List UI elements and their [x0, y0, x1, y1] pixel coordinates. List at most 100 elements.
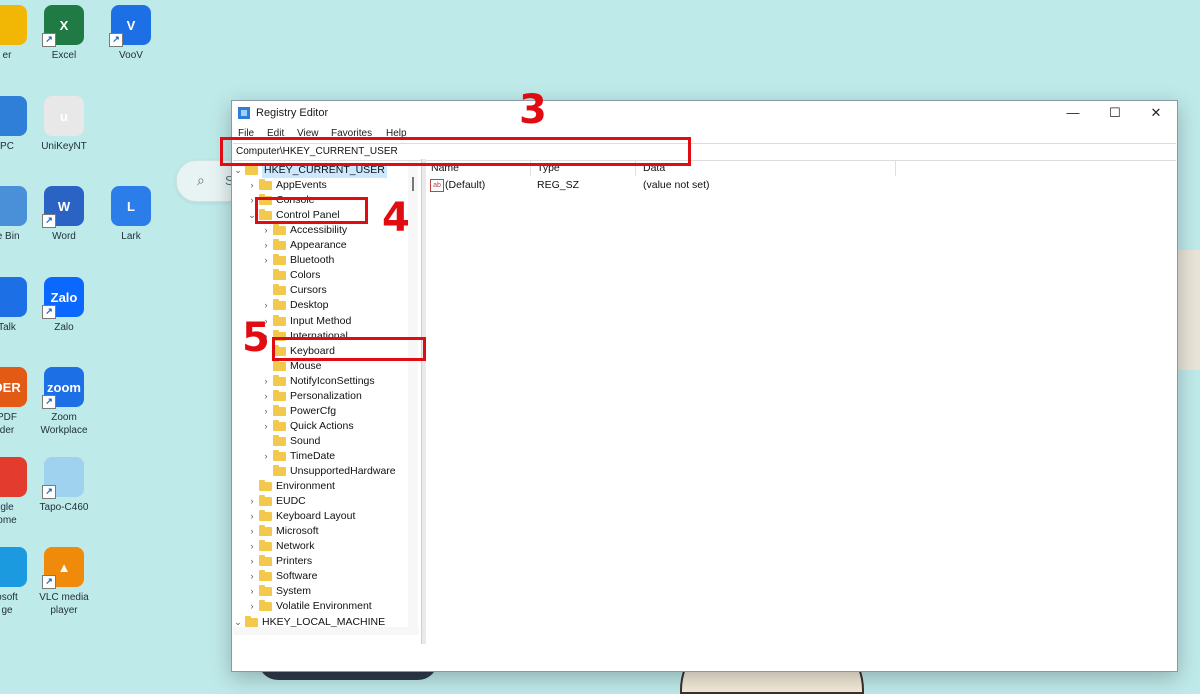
desktop-icon[interactable]: W ↗ Word	[29, 186, 99, 243]
chevron-right-icon[interactable]: ›	[247, 584, 257, 599]
folder-icon	[273, 419, 286, 431]
desktop-icon-label: Workplace	[40, 425, 88, 436]
desktop-icon-label: Word	[52, 231, 76, 242]
tree-node-label: AppEvents	[276, 179, 327, 192]
tree-node-label: Accessibility	[290, 224, 348, 237]
desktop-icon[interactable]: ▲ ↗ VLC media player	[29, 547, 99, 617]
folder-icon	[259, 179, 272, 191]
folder-icon	[273, 299, 286, 311]
tree-node-label: Input Method	[290, 314, 352, 327]
tree-horizontal-scrollbar[interactable]	[233, 627, 419, 635]
shortcut-arrow-icon: ↗	[42, 214, 56, 228]
title-bar[interactable]: Registry Editor — ☐ ✕	[232, 101, 1177, 125]
scrollbar-thumb[interactable]	[412, 177, 414, 191]
desktop-icon[interactable]: Zalo ↗ Zalo	[29, 277, 99, 334]
shortcut-arrow-icon: ↗	[42, 305, 56, 319]
chevron-right-icon[interactable]: ›	[261, 374, 271, 389]
folder-icon	[259, 555, 272, 567]
tree-node-label: Microsoft	[276, 525, 319, 538]
chevron-right-icon[interactable]: ›	[261, 298, 271, 313]
app-icon: ↗	[42, 457, 84, 499]
folder-icon	[273, 374, 286, 386]
folder-icon	[259, 540, 272, 552]
tree-node-label: System	[276, 585, 312, 598]
desktop-icon[interactable]: X ↗ Excel	[29, 5, 99, 62]
step-number-5: 5	[242, 315, 270, 361]
value-type[interactable]: REG_SZ	[537, 179, 579, 193]
search-icon: ⌕	[197, 172, 205, 188]
tree-node-label: Printers	[276, 555, 313, 568]
tree-node-label: Personalization	[290, 389, 362, 402]
chevron-right-icon[interactable]: ›	[261, 389, 271, 404]
app-icon: DER	[0, 367, 27, 407]
folder-icon	[245, 615, 258, 627]
column-divider[interactable]	[895, 161, 896, 176]
highlight-keyboard	[272, 337, 426, 361]
desktop-icon-label: player	[50, 605, 78, 616]
chevron-right-icon[interactable]: ›	[261, 404, 271, 419]
chevron-right-icon[interactable]: ›	[261, 253, 271, 268]
tree-node-label: EUDC	[276, 495, 306, 508]
chevron-right-icon[interactable]: ›	[247, 494, 257, 509]
desktop-icon[interactable]: L Lark	[96, 186, 166, 243]
chevron-right-icon[interactable]: ›	[247, 599, 257, 614]
chevron-right-icon[interactable]: ›	[261, 449, 271, 464]
app-icon: zoom ↗	[42, 367, 84, 409]
folder-icon	[273, 389, 286, 401]
app-icon: X ↗	[42, 5, 84, 47]
chevron-right-icon[interactable]: ›	[247, 569, 257, 584]
desktop-icon-label: VooV	[119, 50, 143, 61]
desktop-icon-label: Lark	[121, 231, 141, 242]
highlight-address-bar	[220, 137, 691, 166]
chevron-down-icon[interactable]: ⌄	[233, 615, 243, 628]
app-icon: W ↗	[42, 186, 84, 228]
value-data[interactable]: (value not set)	[643, 179, 710, 193]
tree-node-label: Network	[276, 540, 315, 553]
desktop-icon[interactable]: V ↗ VooV	[96, 5, 166, 62]
step-number-3: 3	[519, 87, 547, 133]
desktop-icon[interactable]: ↗ Tapo-C460	[29, 457, 99, 514]
registry-editor-icon	[238, 107, 250, 119]
tree-node-label: UnsupportedHardware	[290, 465, 396, 477]
tree-node-label: Bluetooth	[290, 254, 335, 267]
tree-node-label: Quick Actions	[290, 419, 354, 432]
tree-node-label: PowerCfg	[290, 404, 337, 417]
app-icon: ▲ ↗	[42, 547, 84, 589]
shortcut-arrow-icon: ↗	[42, 33, 56, 47]
registry-editor-window: Registry Editor — ☐ ✕ File Edit View Fav…	[231, 100, 1178, 672]
chevron-right-icon[interactable]: ›	[261, 223, 271, 238]
folder-icon	[273, 254, 286, 266]
chevron-right-icon[interactable]: ›	[247, 509, 257, 524]
desktop-icon-label: Zoom	[51, 412, 77, 423]
app-icon	[0, 277, 27, 317]
folder-icon	[273, 359, 286, 371]
minimize-button[interactable]: —	[1052, 101, 1094, 125]
value-name[interactable]: (Default)	[445, 179, 485, 193]
chevron-right-icon[interactable]: ›	[261, 419, 271, 434]
folder-icon	[273, 449, 286, 461]
app-icon: L	[111, 186, 151, 226]
desktop-icon-label: Zalo	[54, 322, 74, 333]
maximize-button[interactable]: ☐	[1094, 101, 1136, 125]
tree-node-label: Keyboard Layout	[276, 510, 356, 523]
shortcut-arrow-icon: ↗	[42, 395, 56, 409]
folder-icon	[245, 164, 258, 175]
desktop-icon[interactable]: u UniKeyNT	[29, 96, 99, 153]
folder-icon	[273, 314, 286, 326]
tree-node-label: Software	[276, 570, 318, 583]
pane-splitter[interactable]	[421, 159, 426, 644]
folder-icon	[259, 570, 272, 582]
chevron-right-icon[interactable]: ›	[247, 524, 257, 539]
desktop-icon-label: ome	[0, 515, 17, 526]
desktop-icon-label: UniKeyNT	[41, 141, 87, 152]
chevron-right-icon[interactable]: ›	[261, 238, 271, 253]
chevron-right-icon[interactable]: ›	[247, 178, 257, 193]
folder-icon	[273, 224, 286, 236]
desktop-icon[interactable]: zoom ↗ Zoom Workplace	[29, 367, 99, 437]
folder-icon	[273, 404, 286, 416]
folder-icon	[273, 465, 286, 476]
chevron-right-icon[interactable]: ›	[247, 554, 257, 569]
chevron-right-icon[interactable]: ›	[247, 539, 257, 554]
folder-icon	[259, 510, 272, 522]
close-button[interactable]: ✕	[1135, 101, 1177, 125]
